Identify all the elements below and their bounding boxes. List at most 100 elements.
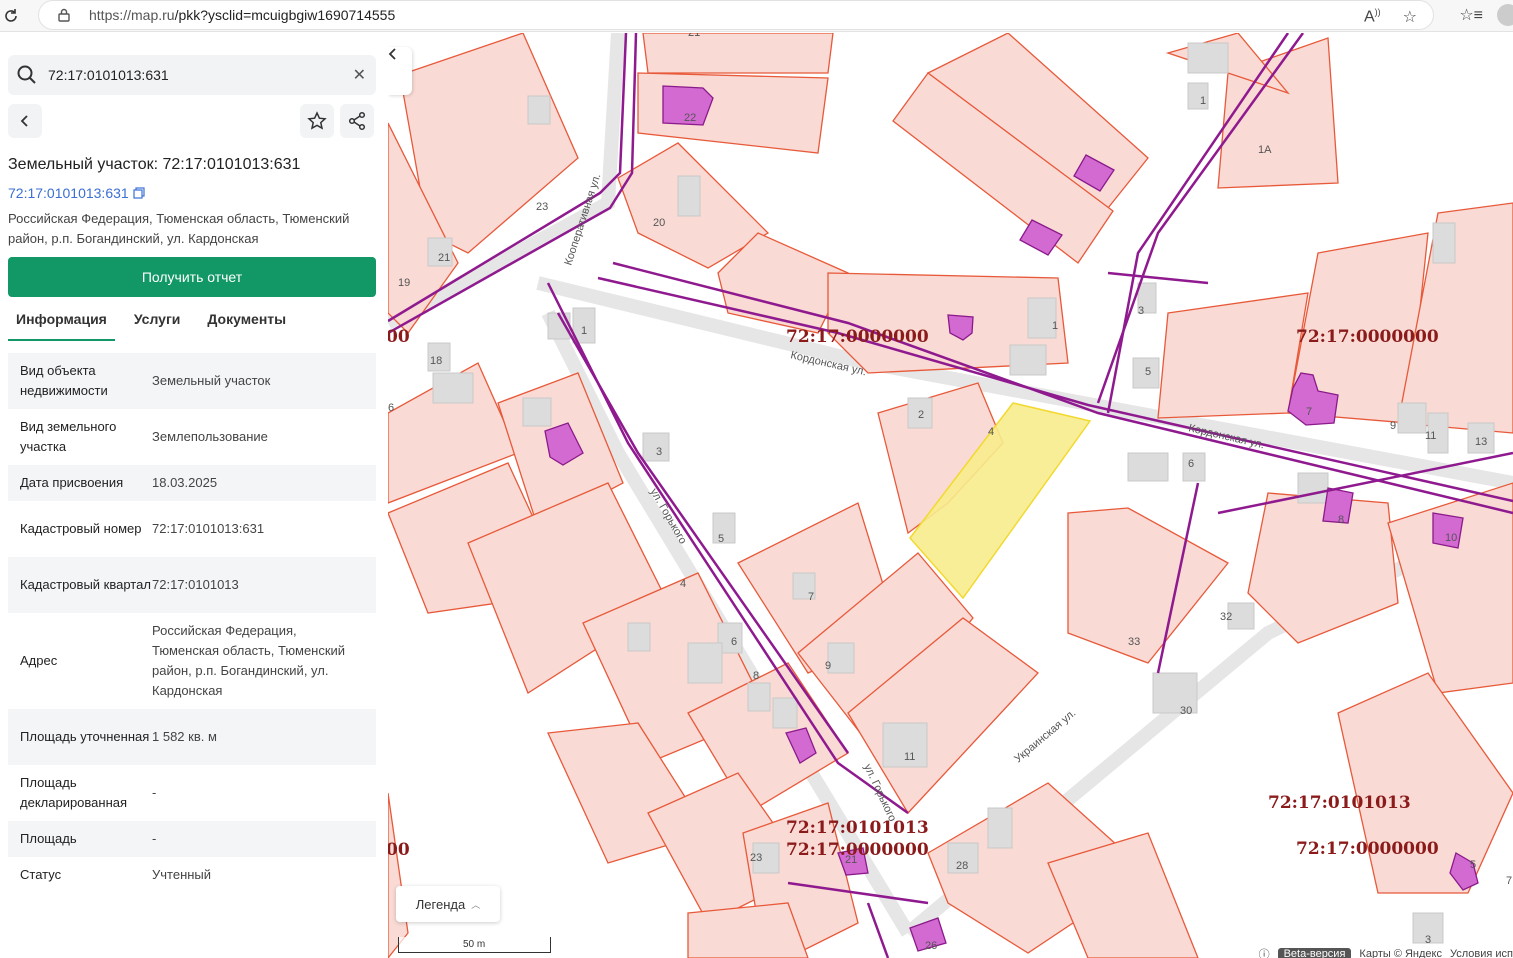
quarter-label-7: 00 — [388, 327, 410, 347]
svg-text:22: 22 — [684, 112, 696, 124]
svg-text:21: 21 — [688, 33, 700, 39]
svg-text:6: 6 — [388, 402, 394, 414]
svg-text:23: 23 — [750, 852, 762, 864]
street-ukrainskaya: Украинская ул. — [1012, 707, 1078, 765]
svg-text:32: 32 — [1220, 611, 1232, 623]
info-row-area-refined: Площадь уточненная 1 582 кв. м — [8, 709, 376, 765]
favorite-button[interactable] — [300, 104, 334, 138]
svg-text:3: 3 — [656, 446, 662, 458]
cadastral-link-text[interactable]: 72:17:0101013:631 — [8, 185, 129, 201]
search-input[interactable] — [48, 67, 338, 83]
chevron-up-icon: ︿ — [471, 899, 481, 910]
quarter-label-8: 00 — [388, 840, 410, 860]
svg-text:9: 9 — [1390, 420, 1396, 432]
info-icon[interactable]: ⓘ — [1259, 946, 1270, 958]
info-table: Вид объекта недвижимости Земельный участо… — [8, 353, 376, 893]
quarter-label-3: 72:17:0101013 — [1268, 793, 1411, 813]
legend-button[interactable]: Легенда ︿ — [396, 886, 500, 922]
quarter-label-6: 72:17:0000000 — [786, 840, 929, 860]
svg-text:26: 26 — [925, 940, 937, 952]
svg-text:8: 8 — [753, 670, 759, 682]
reload-icon[interactable] — [2, 7, 20, 25]
tab-information[interactable]: Информация — [8, 308, 115, 341]
svg-text:5: 5 — [1145, 366, 1151, 378]
svg-text:23: 23 — [536, 201, 548, 213]
favorite-star-icon[interactable]: ☆ — [1403, 7, 1417, 27]
parcel-address: Российская Федерация, Тюменская область,… — [8, 211, 350, 246]
lock-icon — [58, 8, 70, 22]
svg-text:3: 3 — [1425, 934, 1431, 946]
info-panel: ✕ Земельный участок: 72:17:0101013:631 7… — [0, 33, 388, 958]
collapse-panel-button[interactable] — [388, 47, 412, 95]
legend-label: Легенда — [415, 896, 466, 912]
svg-text:5: 5 — [718, 533, 724, 545]
back-button[interactable] — [8, 104, 42, 138]
get-report-button[interactable]: Получить отчет — [8, 257, 376, 297]
svg-text:19: 19 — [398, 277, 410, 289]
info-row-cad-quarter: Кадастровый квартал 72:17:0101013 — [8, 557, 376, 613]
svg-text:4: 4 — [680, 578, 686, 590]
svg-text:20: 20 — [653, 217, 665, 229]
info-row-cad-number: Кадастровый номер 72:17:0101013:631 — [20, 521, 265, 536]
info-row-status: Статус Учтенный — [20, 867, 212, 882]
svg-text:10: 10 — [1445, 532, 1457, 544]
avatar[interactable] — [1497, 4, 1513, 26]
quarter-label-2: 72:17:0000000 — [1296, 327, 1439, 347]
svg-text:3: 3 — [1138, 305, 1144, 317]
cadastral-link[interactable]: 72:17:0101013:631 — [8, 185, 145, 201]
svg-text:11: 11 — [904, 751, 915, 763]
svg-text:1: 1 — [1052, 320, 1058, 332]
beta-badge: Beta-версия — [1277, 948, 1352, 958]
svg-text:6: 6 — [731, 636, 737, 648]
scale-label: 50 m — [463, 939, 486, 950]
info-row-address: Адрес Российская Федерация, Тюменская обл… — [20, 623, 346, 698]
favorites-list-icon[interactable]: ☆≡ — [1459, 5, 1483, 25]
info-row-area: Площадь - — [8, 821, 376, 857]
address-bar[interactable]: https://map.ru/pkk?ysclid=mcuigbgiw16907… — [38, 0, 1434, 30]
copy-icon[interactable] — [133, 187, 145, 199]
svg-text:18: 18 — [430, 355, 442, 367]
info-row-object-type: Вид объекта недвижимости Земельный участо… — [8, 353, 376, 409]
search-box: ✕ — [8, 55, 376, 95]
page-title: Земельный участок: 72:17:0101013:631 — [8, 156, 301, 173]
svg-text:8: 8 — [1338, 514, 1344, 526]
svg-text:13: 13 — [1475, 436, 1487, 448]
scale-bar: 50 m — [398, 937, 551, 953]
info-row-date: Дата присвоения 18.03.2025 — [8, 465, 376, 501]
svg-text:33: 33 — [1128, 636, 1140, 648]
tab-documents[interactable]: Документы — [199, 308, 294, 341]
svg-text:7: 7 — [1306, 406, 1312, 418]
tab-bar: Информация Услуги Документы — [8, 308, 305, 341]
svg-text:4: 4 — [988, 426, 994, 438]
svg-text:1А: 1А — [1258, 144, 1272, 156]
svg-text:11: 11 — [1425, 430, 1436, 442]
tab-services[interactable]: Услуги — [126, 308, 189, 341]
map-canvas[interactable]: Кооперативная ул. Кордонская ул. Кордонс… — [388, 33, 1513, 958]
attribution-text[interactable]: Карты © Яндекс — [1359, 948, 1442, 958]
info-row-area-declared: Площадь декларированная - — [20, 775, 157, 810]
svg-text:6: 6 — [1188, 458, 1194, 470]
search-icon — [17, 65, 36, 84]
svg-text:5: 5 — [1470, 859, 1476, 871]
svg-text:1: 1 — [1200, 95, 1206, 107]
svg-text:7: 7 — [1506, 875, 1512, 887]
quarter-label-5: 72:17:0101013 — [786, 818, 929, 838]
url-text: https://map.ru/pkk?ysclid=mcuigbgiw16907… — [89, 7, 396, 23]
share-icon — [348, 111, 366, 131]
chevron-left-icon — [20, 115, 28, 127]
read-aloud-icon[interactable]: A)) — [1364, 7, 1381, 27]
info-row-land-type: Вид земельного участка Землепользование — [20, 419, 268, 454]
share-button[interactable] — [340, 104, 374, 138]
svg-text:21: 21 — [438, 252, 450, 264]
quarter-label-1: 72:17:0000000 — [786, 327, 929, 347]
clear-icon[interactable]: ✕ — [353, 65, 366, 85]
svg-text:1: 1 — [581, 325, 587, 337]
terms-link[interactable]: Условия исп — [1450, 948, 1513, 958]
star-icon — [307, 111, 327, 130]
map-view[interactable]: Кооперативная ул. Кордонская ул. Кордонс… — [388, 33, 1513, 958]
svg-text:30: 30 — [1180, 705, 1192, 717]
svg-text:9: 9 — [825, 660, 831, 672]
quarter-label-4: 72:17:0000000 — [1296, 839, 1439, 859]
browser-toolbar: https://map.ru/pkk?ysclid=mcuigbgiw16907… — [0, 0, 1513, 32]
svg-text:2: 2 — [918, 409, 924, 421]
